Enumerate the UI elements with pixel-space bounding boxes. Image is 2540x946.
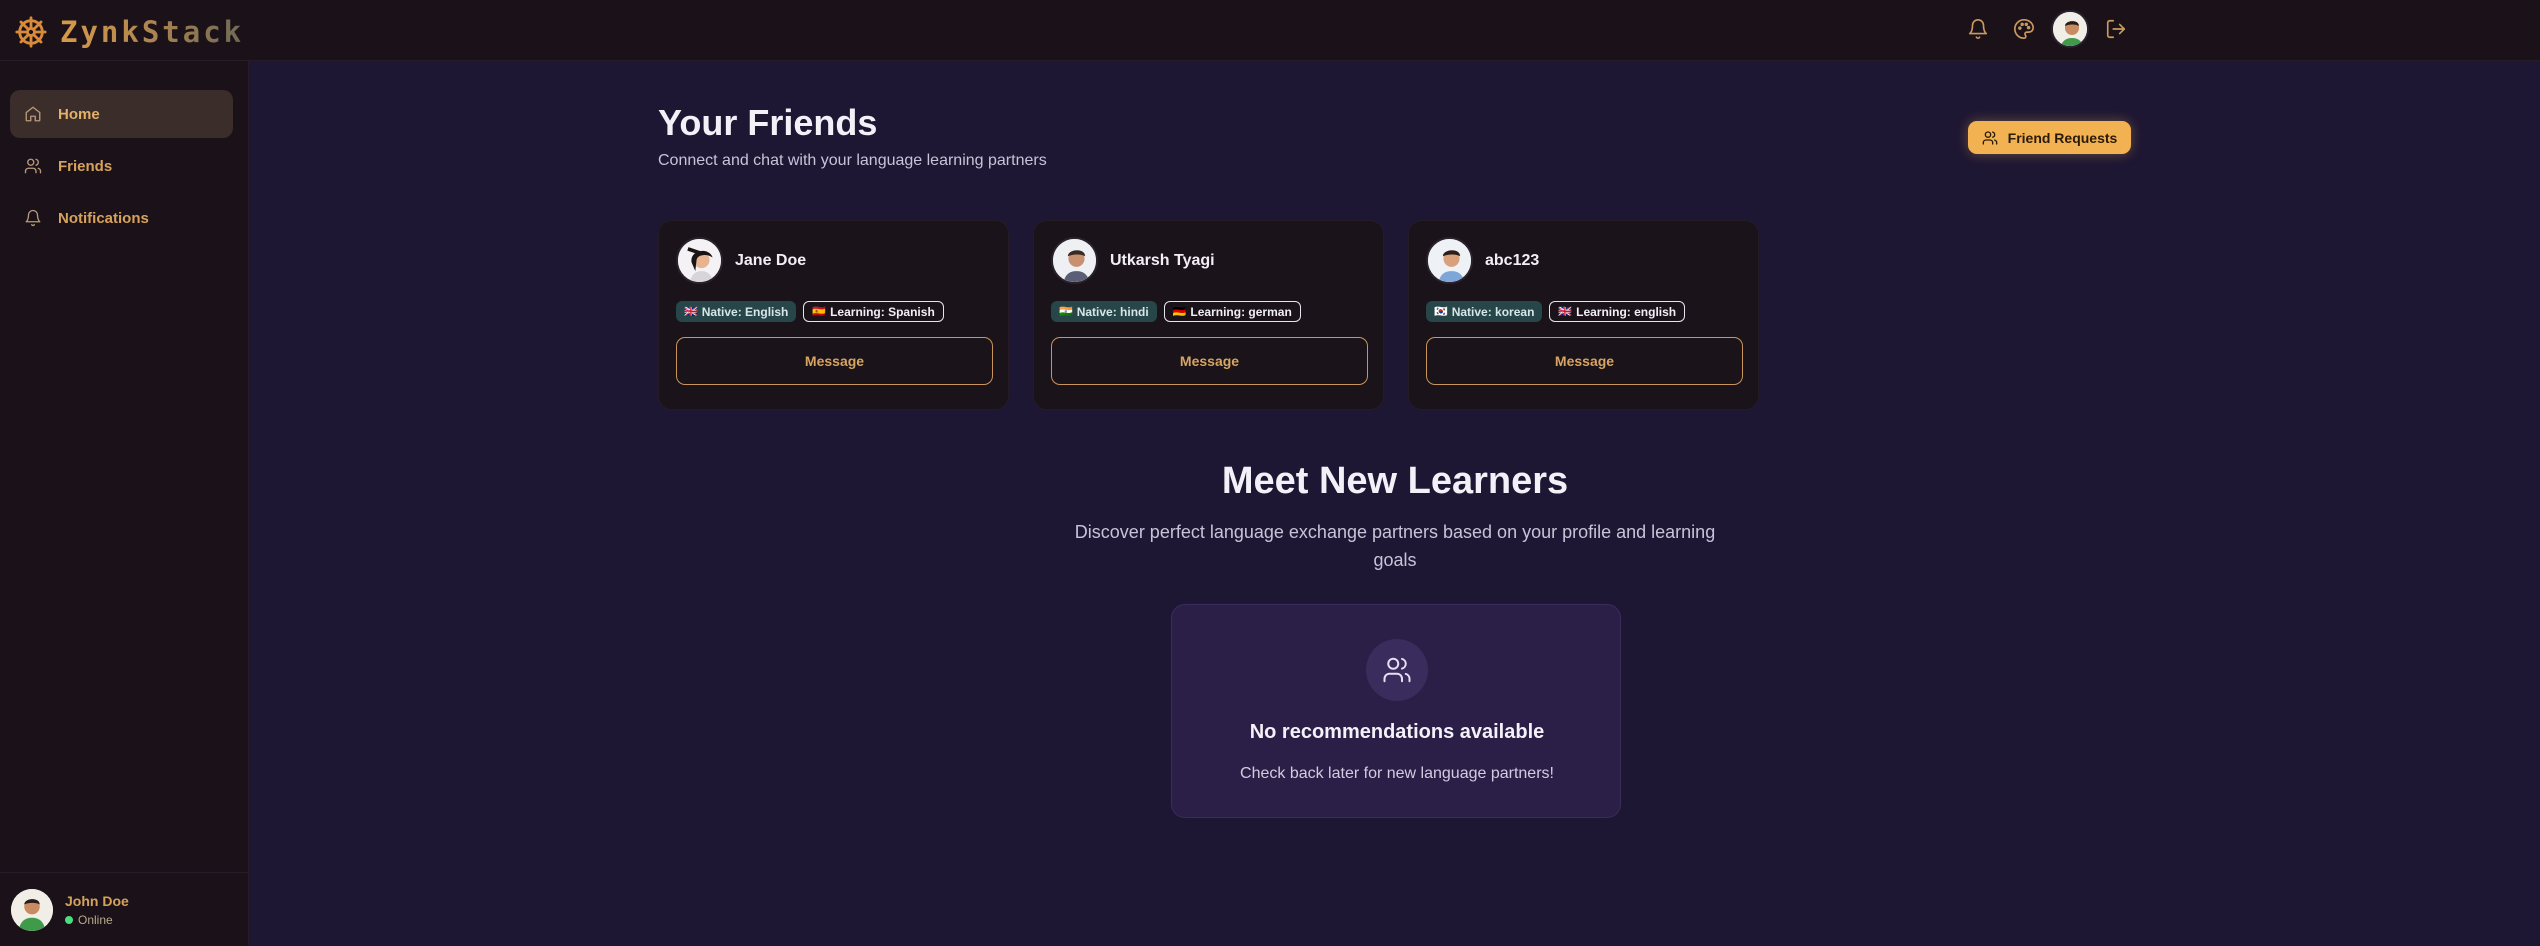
bell-icon: [1968, 19, 1988, 39]
empty-recommendations-card: No recommendations available Check back …: [1171, 604, 1621, 818]
page-subtitle: Connect and chat with your language lear…: [658, 152, 1047, 169]
bell-icon: [25, 209, 41, 227]
recommendations-title: Meet New Learners: [1221, 460, 1569, 502]
flag-korea-icon: 🇰🇷: [1434, 306, 1448, 318]
avatar-image: [678, 239, 721, 282]
logout-button[interactable]: [2093, 9, 2139, 49]
avatar-image: [1428, 239, 1471, 282]
friend-requests-label: Friend Requests: [2007, 129, 2118, 146]
sidebar-user-info: John Doe Online: [65, 893, 129, 927]
friend-card: Jane Doe 🇬🇧 Native: English 🇪🇸 Learning: S…: [658, 220, 1009, 410]
learning-language-badge: 🇪🇸 Learning: Spanish: [803, 301, 944, 322]
flag-uk-icon: 🇬🇧: [684, 306, 698, 318]
learning-language-badge: 🇬🇧 Learning: english: [1549, 301, 1686, 322]
sidebar-item-notifications[interactable]: Notifications: [10, 194, 233, 242]
sidebar-item-friends[interactable]: Friends: [10, 142, 233, 190]
sidebar-item-home[interactable]: Home: [10, 90, 233, 138]
friend-name: Jane Doe: [735, 251, 807, 269]
flag-spain-icon: 🇪🇸: [812, 306, 827, 318]
brand-name: ZynkStack: [60, 15, 245, 49]
friend-name: abc123: [1485, 251, 1540, 269]
avatar: [11, 888, 53, 931]
status-text: Online: [78, 912, 113, 927]
flag-uk-icon: 🇬🇧: [1558, 306, 1573, 318]
avatar-image: [1053, 239, 1096, 282]
native-language-badge: 🇰🇷 Native: korean: [1426, 301, 1543, 322]
avatar-image: [2053, 12, 2087, 46]
empty-subtitle: Check back later for new language partne…: [1240, 765, 1554, 782]
sidebar-item-label: Home: [58, 105, 100, 123]
home-icon: [25, 106, 41, 122]
native-language-text: Native: English: [701, 304, 789, 319]
top-actions: [1955, 9, 2139, 49]
learning-language-text: Learning: german: [1190, 304, 1292, 319]
user-name: John Doe: [65, 892, 129, 909]
user-avatar[interactable]: [2051, 10, 2089, 48]
brand-logo[interactable]: ZynkStack: [14, 14, 244, 50]
learning-language-text: Learning: Spanish: [830, 304, 935, 319]
recommendations-subtitle: Discover perfect language exchange partn…: [1074, 522, 1716, 570]
friend-card: abc123 🇰🇷 Native: korean 🇬🇧 Learning: engl…: [1408, 220, 1759, 410]
friends-list: Jane Doe 🇬🇧 Native: English 🇪🇸 Learning: S…: [658, 220, 1759, 410]
message-button[interactable]: Message: [1051, 337, 1368, 385]
friend-requests-button[interactable]: Friend Requests: [1968, 121, 2131, 154]
users-icon: [1982, 130, 1997, 145]
message-button[interactable]: Message: [676, 337, 993, 385]
sidebar-nav: Home Friends Notifications: [10, 90, 233, 246]
palette-icon: [2014, 19, 2034, 39]
avatar: [1051, 237, 1098, 284]
logout-icon: [2106, 19, 2126, 39]
message-button[interactable]: Message: [1426, 337, 1743, 385]
native-language-text: Native: hindi: [1076, 304, 1149, 319]
notifications-button[interactable]: [1955, 9, 2001, 49]
avatar: [676, 237, 723, 284]
user-status: Online: [65, 913, 129, 927]
ship-wheel-icon: [15, 16, 47, 48]
learning-language-badge: 🇩🇪 Learning: german: [1163, 301, 1301, 322]
sidebar-user: John Doe Online: [0, 872, 249, 946]
native-language-badge: 🇬🇧 Native: English: [676, 301, 797, 322]
native-language-text: Native: korean: [1451, 304, 1535, 319]
empty-title: No recommendations available: [1249, 721, 1545, 743]
online-dot-icon: [65, 915, 73, 924]
friend-card: Utkarsh Tyagi 🇮🇳 Native: hindi 🇩🇪 Learning…: [1033, 220, 1384, 410]
learning-language-text: Learning: english: [1576, 304, 1677, 319]
avatar: [1426, 237, 1473, 284]
page-title: Your Friends: [658, 102, 878, 143]
theme-button[interactable]: [2001, 9, 2047, 49]
friend-name: Utkarsh Tyagi: [1110, 251, 1215, 269]
sidebar-item-label: Notifications: [58, 209, 149, 227]
users-icon: [24, 158, 42, 174]
avatar-image: [11, 888, 53, 931]
users-icon: [1366, 639, 1428, 701]
top-navbar: ZynkStack: [0, 0, 2540, 61]
flag-india-icon: 🇮🇳: [1059, 306, 1073, 318]
sidebar: Home Friends Notifications John Doe Onli…: [0, 61, 249, 946]
sidebar-item-label: Friends: [58, 157, 113, 175]
native-language-badge: 🇮🇳 Native: hindi: [1051, 301, 1157, 322]
main-content: Your Friends Connect and chat with your …: [250, 62, 2540, 946]
flag-germany-icon: 🇩🇪: [1172, 306, 1187, 318]
